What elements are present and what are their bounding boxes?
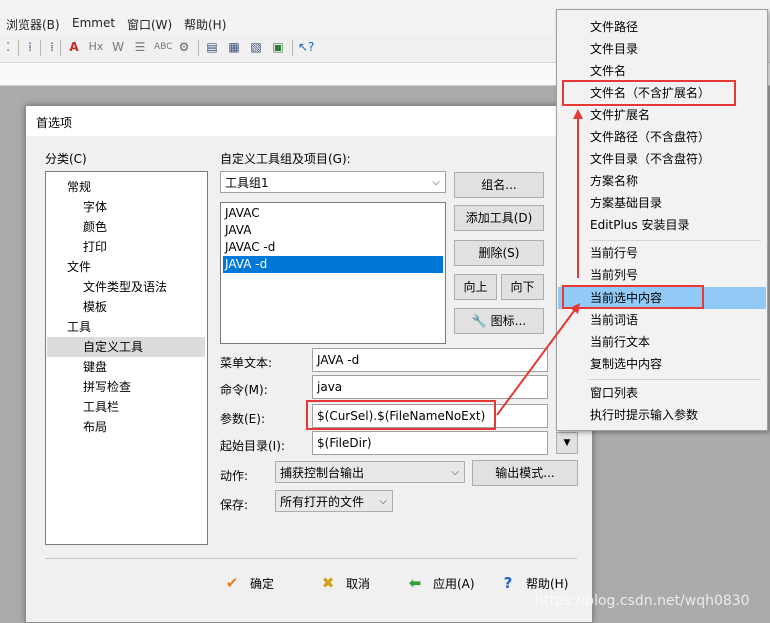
annotation-arrows <box>496 109 583 416</box>
watermark: https://blog.csdn.net/wqh0830 <box>535 593 750 609</box>
arrow-args-to-selection <box>496 302 580 416</box>
